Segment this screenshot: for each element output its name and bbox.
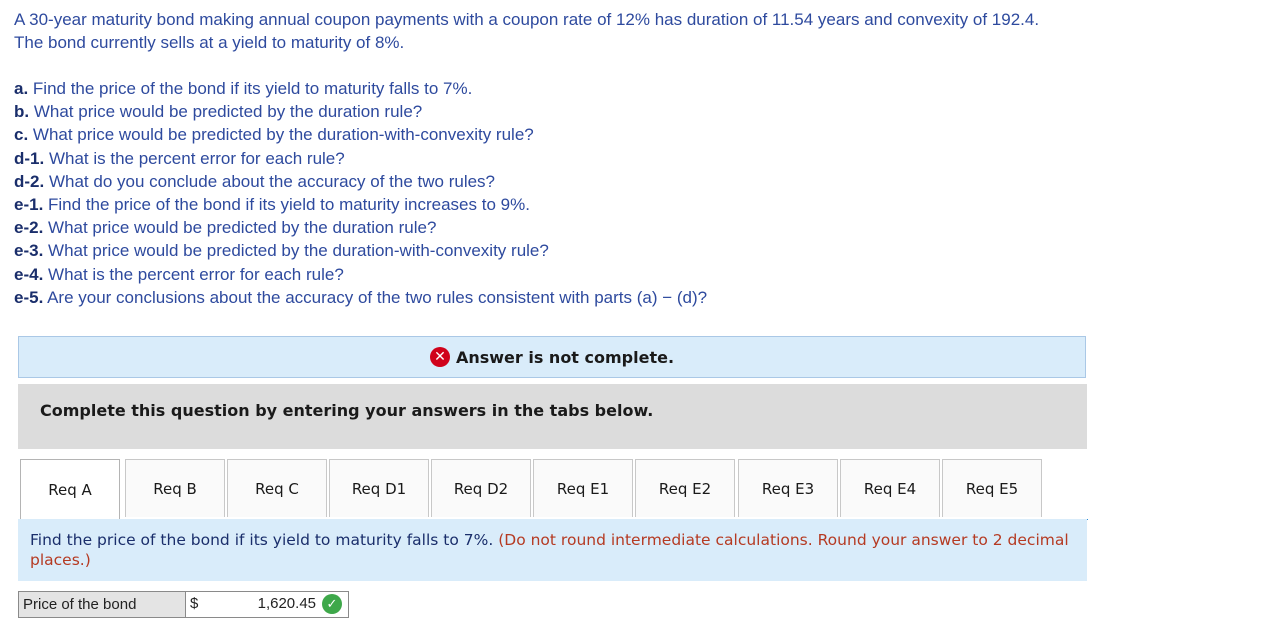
part-item: e-3. What price would be predicted by th… [14,241,549,261]
problem-statement: A 30-year maturity bond making annual co… [14,8,1234,54]
answer-status-banner: ✕ Answer is not complete. [18,336,1086,378]
tab-req-b[interactable]: Req B [125,459,225,517]
status-text: Answer is not complete. [455,347,675,367]
tab-req-e4[interactable]: Req E4 [840,459,940,517]
part-item: b. What price would be predicted by the … [14,102,423,122]
check-circle-icon: ✓ [322,594,342,614]
part-item: e-4. What is the percent error for each … [14,264,344,284]
requirement-tabs: Req A Req B Req C Req D1 Req D2 Req E1 R… [20,459,1088,520]
tab-req-c[interactable]: Req C [227,459,327,517]
part-item: a. Find the price of the bond if its yie… [14,79,473,98]
tab-req-d2[interactable]: Req D2 [431,459,531,517]
tab-req-a[interactable]: Req A [20,459,120,519]
answer-value[interactable]: 1,620.45 [258,595,316,612]
part-item: d-2. What do you conclude about the accu… [14,171,495,191]
question-main: Find the price of the bond if its yield … [30,531,494,549]
instructions-text: Complete this question by entering your … [40,401,654,420]
price-input[interactable]: $ 1,620.45 ✓ [186,592,348,617]
x-circle-icon: ✕ [429,347,450,367]
answer-row: Price of the bond $ 1,620.45 ✓ [18,591,349,618]
question-text: Find the price of the bond if its yield … [30,531,1075,570]
tab-req-e1[interactable]: Req E1 [533,459,633,517]
problem-line-2: The bond currently sells at a yield to m… [14,33,405,52]
problem-line-1: A 30-year maturity bond making annual co… [14,10,1040,29]
tab-req-d1[interactable]: Req D1 [329,459,429,517]
answer-label: Price of the bond [19,592,186,617]
question-box: Find the price of the bond if its yield … [18,519,1087,581]
part-item: e-5. Are your conclusions about the accu… [14,287,708,307]
part-item: d-1. What is the percent error for each … [14,148,345,168]
tab-req-e2[interactable]: Req E2 [635,459,735,517]
part-item: e-1. Find the price of the bond if its y… [14,195,530,215]
instructions-box: Complete this question by entering your … [18,384,1087,449]
part-item: e-2. What price would be predicted by th… [14,218,437,238]
part-item: c. What price would be predicted by the … [14,125,534,145]
tab-req-e3[interactable]: Req E3 [738,459,838,517]
question-parts-list: a. Find the price of the bond if its yie… [14,77,1014,309]
currency-symbol: $ [190,595,199,612]
tab-req-e5[interactable]: Req E5 [942,459,1042,517]
